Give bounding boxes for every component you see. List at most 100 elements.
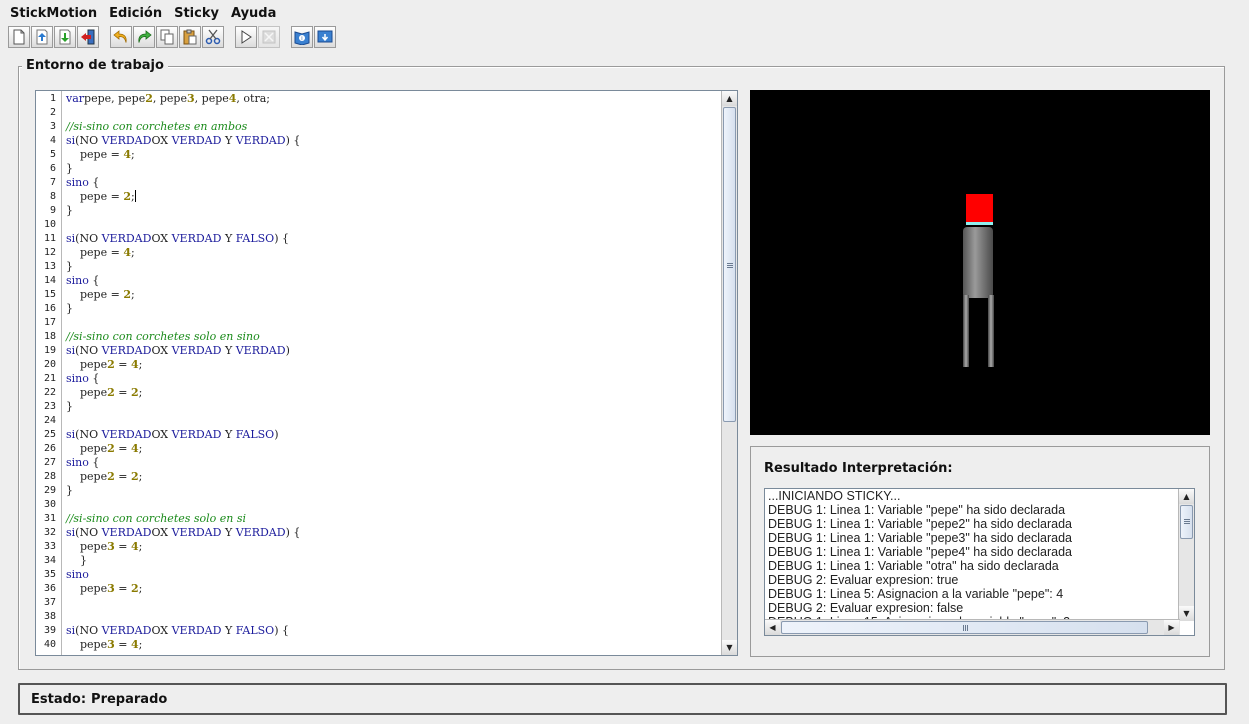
- line-number: 12: [43, 247, 56, 258]
- log-line: DEBUG 1: Linea 1: Variable "otra" ha sid…: [768, 559, 1059, 573]
- code-line[interactable]: 20 pepe2 = 4;: [36, 358, 722, 372]
- code-text: }: [66, 204, 73, 217]
- code-line[interactable]: 36 pepe3 = 2;: [36, 582, 722, 596]
- line-number: 38: [43, 611, 56, 622]
- log-scroll-down-button[interactable]: ▼: [1179, 606, 1194, 621]
- upload-button[interactable]: [31, 26, 53, 48]
- code-line[interactable]: 5 pepe = 4;: [36, 148, 722, 162]
- code-line[interactable]: 22 pepe2 = 2;: [36, 386, 722, 400]
- line-number: 2: [49, 107, 56, 118]
- cut-button[interactable]: [202, 26, 224, 48]
- cut-icon: [205, 29, 221, 45]
- work-panel-title: Entorno de trabajo: [22, 57, 168, 75]
- log-horizontal-scrollbar[interactable]: ◀ ▶: [765, 619, 1180, 635]
- code-line[interactable]: 40 pepe3 = 4;: [36, 638, 722, 652]
- exit-button[interactable]: [77, 26, 99, 48]
- menu-stickmotion[interactable]: StickMotion: [0, 4, 103, 24]
- code-line[interactable]: 7 sino {: [36, 176, 722, 190]
- log-scroll-left-button[interactable]: ◀: [765, 620, 780, 635]
- editor-vertical-scrollbar[interactable]: ▲ ▼: [721, 91, 737, 655]
- line-number: 22: [43, 387, 56, 398]
- result-log[interactable]: ...INICIANDO STICKY... DEBUG 1: Linea 1: …: [764, 488, 1195, 636]
- code-line[interactable]: 38: [36, 610, 722, 624]
- code-text: pepe3 = 4;: [66, 638, 143, 651]
- line-number: 40: [43, 639, 56, 650]
- code-line[interactable]: 31 //si-sino con corchetes solo en si: [36, 512, 722, 526]
- code-line[interactable]: 9}: [36, 204, 722, 218]
- paste-icon: [183, 29, 197, 45]
- undo-button[interactable]: [110, 26, 132, 48]
- stop-button[interactable]: [258, 26, 280, 48]
- code-line[interactable]: 1 varpepe, pepe2, pepe3, pepe4, otra;: [36, 92, 722, 106]
- code-line[interactable]: 8 pepe = 2;: [36, 190, 722, 204]
- code-line[interactable]: 32 si(NO VERDADOX VERDAD Y VERDAD) {: [36, 526, 722, 540]
- arrow-up-icon: ▲: [1183, 492, 1190, 501]
- menu-sticky[interactable]: Sticky: [168, 4, 225, 24]
- code-text: pepe = 4;: [66, 148, 135, 161]
- line-number: 34: [43, 555, 56, 566]
- code-line[interactable]: 27 sino {: [36, 456, 722, 470]
- redo-button[interactable]: [133, 26, 155, 48]
- run-button[interactable]: [235, 26, 257, 48]
- code-line[interactable]: 21 sino {: [36, 372, 722, 386]
- code-line[interactable]: 19 si(NO VERDADOX VERDAD Y VERDAD): [36, 344, 722, 358]
- code-line[interactable]: 6}: [36, 162, 722, 176]
- code-line[interactable]: 16}: [36, 302, 722, 316]
- code-line[interactable]: 13}: [36, 260, 722, 274]
- line-number: 10: [43, 219, 56, 230]
- code-line[interactable]: 17: [36, 316, 722, 330]
- code-line[interactable]: 34 }: [36, 554, 722, 568]
- code-line[interactable]: 3 //si-sino con corchetes en ambos: [36, 120, 722, 134]
- code-line[interactable]: 24: [36, 414, 722, 428]
- scroll-up-button[interactable]: ▲: [722, 91, 737, 106]
- code-line[interactable]: 26 pepe2 = 4;: [36, 442, 722, 456]
- code-line[interactable]: 23}: [36, 400, 722, 414]
- code-line[interactable]: 12 pepe = 4;: [36, 246, 722, 260]
- download-button[interactable]: [54, 26, 76, 48]
- code-line[interactable]: 39 si(NO VERDADOX VERDAD Y FALSO) {: [36, 624, 722, 638]
- scroll-thumb[interactable]: [723, 107, 736, 422]
- code-line[interactable]: 30: [36, 498, 722, 512]
- code-text: pepe = 4;: [66, 246, 135, 259]
- code-lines[interactable]: 1 varpepe, pepe2, pepe3, pepe4, otra; 2 3//…: [36, 92, 722, 652]
- info-button[interactable]: [314, 26, 336, 48]
- code-line[interactable]: 14 sino {: [36, 274, 722, 288]
- code-editor[interactable]: 1 varpepe, pepe2, pepe3, pepe4, otra; 2 3//…: [35, 90, 738, 656]
- log-scroll-thumb[interactable]: [1180, 505, 1193, 539]
- line-number: 37: [43, 597, 56, 608]
- code-line[interactable]: 29}: [36, 484, 722, 498]
- scroll-down-button[interactable]: ▼: [722, 640, 737, 655]
- code-line[interactable]: 4 si(NO VERDADOX VERDAD Y VERDAD) {: [36, 134, 722, 148]
- code-text: //si-sino con corchetes solo en si: [66, 512, 247, 525]
- upload-icon: [36, 29, 48, 45]
- code-line[interactable]: 25 si(NO VERDADOX VERDAD Y FALSO): [36, 428, 722, 442]
- line-number: 4: [49, 135, 56, 146]
- copy-button[interactable]: [156, 26, 178, 48]
- code-line[interactable]: 28 pepe2 = 2;: [36, 470, 722, 484]
- code-line[interactable]: 33 pepe3 = 4;: [36, 540, 722, 554]
- paste-button[interactable]: [179, 26, 201, 48]
- help-button[interactable]: i: [291, 26, 313, 48]
- line-number: 11: [43, 233, 56, 244]
- new-file-button[interactable]: [8, 26, 30, 48]
- code-line[interactable]: 10: [36, 218, 722, 232]
- code-line[interactable]: 37: [36, 596, 722, 610]
- log-vertical-scrollbar[interactable]: ▲ ▼: [1178, 489, 1194, 621]
- log-scroll-right-button[interactable]: ▶: [1164, 620, 1179, 635]
- line-number: 5: [49, 149, 56, 160]
- code-line[interactable]: 18 //si-sino con corchetes solo en sino: [36, 330, 722, 344]
- menu-edicion[interactable]: Edición: [103, 4, 168, 24]
- log-hscroll-thumb[interactable]: [781, 621, 1148, 634]
- code-line[interactable]: 2: [36, 106, 722, 120]
- code-line[interactable]: 15 pepe = 2;: [36, 288, 722, 302]
- code-text: }: [66, 554, 87, 567]
- code-line[interactable]: 35 sino: [36, 568, 722, 582]
- code-line[interactable]: 11 si(NO VERDADOX VERDAD Y FALSO) {: [36, 232, 722, 246]
- log-scroll-up-button[interactable]: ▲: [1179, 489, 1194, 504]
- line-number: 13: [43, 261, 56, 272]
- log-line: DEBUG 1: Linea 1: Variable "pepe3" ha si…: [768, 531, 1072, 545]
- menu-ayuda[interactable]: Ayuda: [225, 4, 282, 24]
- stop-icon: [262, 30, 276, 44]
